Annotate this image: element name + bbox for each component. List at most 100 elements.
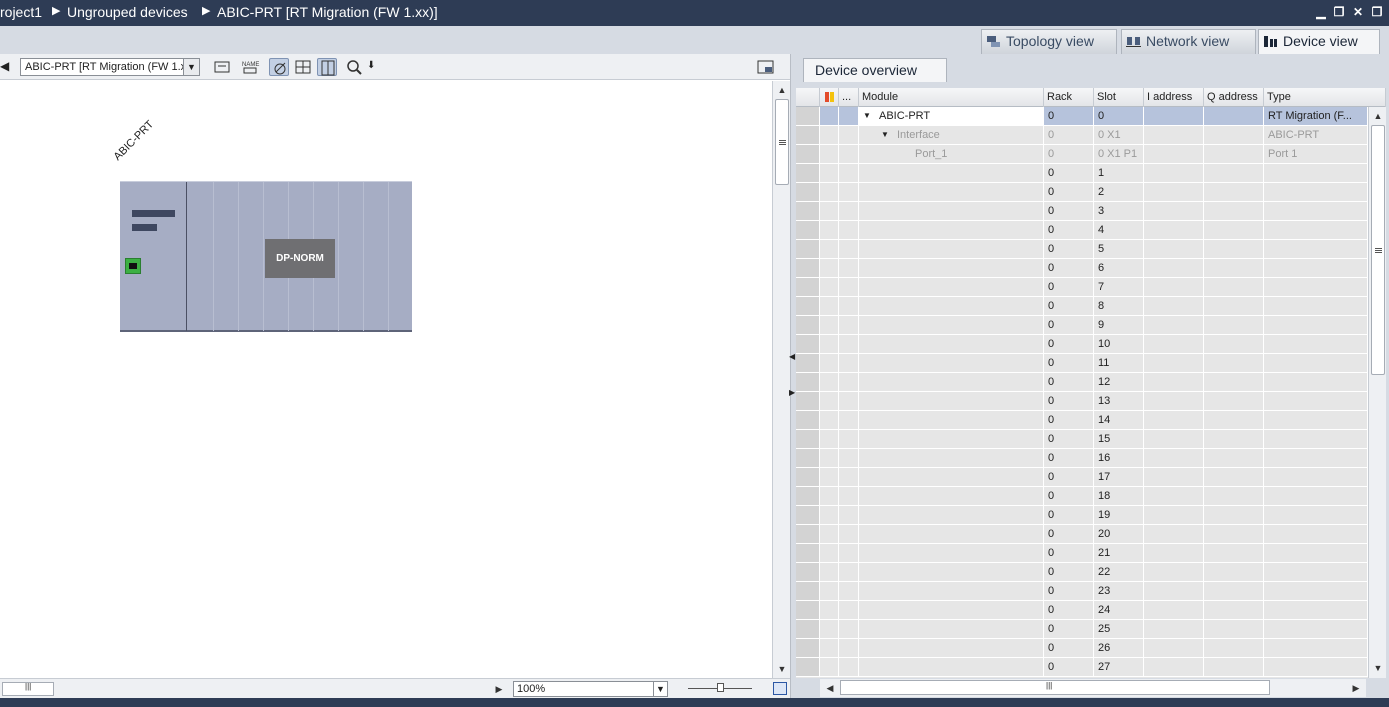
slot-cell[interactable]: 13 — [1094, 392, 1144, 410]
table-row[interactable]: 04 — [796, 221, 1368, 240]
module-cell[interactable] — [859, 430, 1044, 448]
i-address-cell[interactable] — [1144, 639, 1204, 657]
module-cell[interactable] — [859, 620, 1044, 638]
module-cell[interactable] — [859, 316, 1044, 334]
i-address-cell[interactable] — [1144, 392, 1204, 410]
row-gutter[interactable] — [796, 544, 820, 562]
zoom-slider[interactable] — [688, 683, 752, 692]
type-cell[interactable] — [1264, 449, 1368, 467]
module-cell[interactable] — [859, 164, 1044, 182]
row-gutter[interactable] — [796, 392, 820, 410]
table-row[interactable]: ▼ ABIC-PRT 0 0 RT Migration (F... — [796, 107, 1368, 126]
row-gutter[interactable] — [796, 601, 820, 619]
slot-cell[interactable]: 9 — [1094, 316, 1144, 334]
module-cell[interactable]: ▼ Interface — [859, 126, 1044, 144]
tab-device-overview[interactable]: Device overview — [803, 58, 947, 82]
type-cell[interactable] — [1264, 164, 1368, 182]
rack-cell[interactable]: 0 — [1044, 297, 1094, 315]
q-address-cell[interactable] — [1204, 430, 1264, 448]
type-cell[interactable] — [1264, 525, 1368, 543]
row-gutter[interactable] — [796, 240, 820, 258]
canvas-vertical-scrollbar[interactable]: ▲ ▼ — [772, 81, 790, 679]
i-address-cell[interactable] — [1144, 430, 1204, 448]
slot-cell[interactable]: 8 — [1094, 297, 1144, 315]
table-row[interactable]: 0 24 — [796, 601, 1368, 620]
type-cell[interactable] — [1264, 297, 1368, 315]
module-cell[interactable] — [859, 506, 1044, 524]
i-address-cell[interactable] — [1144, 221, 1204, 239]
rack-cell[interactable]: 0 — [1044, 259, 1094, 277]
module-cell[interactable] — [859, 392, 1044, 410]
q-address-cell[interactable] — [1204, 506, 1264, 524]
header-module[interactable]: Module — [859, 88, 1044, 107]
table-row[interactable]: 0 18 — [796, 487, 1368, 506]
i-address-cell[interactable] — [1144, 544, 1204, 562]
download-arrow-icon[interactable]: ⬇ — [367, 60, 375, 71]
module-cell[interactable] — [859, 354, 1044, 372]
device-selector[interactable]: ABIC-PRT [RT Migration (FW 1.xx)] ▼ — [20, 58, 200, 76]
i-address-cell[interactable] — [1144, 240, 1204, 258]
scroll-down-icon[interactable]: ▼ — [774, 661, 790, 677]
rack-cell[interactable]: 0 — [1044, 202, 1094, 220]
row-gutter[interactable] — [796, 259, 820, 277]
i-address-cell[interactable] — [1144, 259, 1204, 277]
slot-cell[interactable]: 3 — [1094, 202, 1144, 220]
module-cell[interactable] — [859, 563, 1044, 581]
i-address-cell[interactable] — [1144, 354, 1204, 372]
rack-cell[interactable]: 0 — [1044, 164, 1094, 182]
row-gutter[interactable] — [796, 354, 820, 372]
q-address-cell[interactable] — [1204, 373, 1264, 391]
row-gutter[interactable] — [796, 126, 820, 144]
float-button[interactable]: ❐ — [1370, 5, 1384, 19]
slot-cell[interactable]: 17 — [1094, 468, 1144, 486]
expand-icon[interactable]: ▼ — [863, 107, 871, 125]
minimize-button[interactable]: ▁ — [1314, 5, 1328, 19]
slot-cell[interactable]: 11 — [1094, 354, 1144, 372]
table-row[interactable]: 07 — [796, 278, 1368, 297]
slot-cell[interactable]: 20 — [1094, 525, 1144, 543]
table-row[interactable]: 0 13 — [796, 392, 1368, 411]
i-address-cell[interactable] — [1144, 468, 1204, 486]
header-rack[interactable]: Rack — [1044, 88, 1094, 107]
type-cell[interactable] — [1264, 601, 1368, 619]
i-address-cell[interactable] — [1144, 449, 1204, 467]
i-address-cell[interactable] — [1144, 620, 1204, 638]
type-cell[interactable] — [1264, 392, 1368, 410]
row-gutter[interactable] — [796, 506, 820, 524]
rack-cell[interactable]: 0 — [1044, 183, 1094, 201]
module-cell[interactable] — [859, 373, 1044, 391]
row-gutter[interactable] — [796, 658, 820, 676]
table-row[interactable]: 0 17 — [796, 468, 1368, 487]
i-address-cell[interactable] — [1144, 183, 1204, 201]
table-horizontal-scroll-thumb[interactable]: ||| — [840, 680, 1270, 695]
module-cell[interactable] — [859, 278, 1044, 296]
rack-cell[interactable]: 0 — [1044, 145, 1094, 163]
slot-cell[interactable]: 27 — [1094, 658, 1144, 676]
row-gutter[interactable] — [796, 221, 820, 239]
type-cell[interactable] — [1264, 639, 1368, 657]
slot-cell[interactable]: 2 — [1094, 183, 1144, 201]
table-row[interactable]: 0 27 — [796, 658, 1368, 677]
scroll-thumb[interactable] — [1371, 125, 1385, 375]
rack-cell[interactable]: 0 — [1044, 658, 1094, 676]
header-i-address[interactable]: I address — [1144, 88, 1204, 107]
rack-cell[interactable]: 0 — [1044, 487, 1094, 505]
table-row[interactable]: 0 21 — [796, 544, 1368, 563]
slot-cell[interactable]: 18 — [1094, 487, 1144, 505]
q-address-cell[interactable] — [1204, 126, 1264, 144]
row-gutter[interactable] — [796, 582, 820, 600]
slot-cell[interactable]: 1 — [1094, 164, 1144, 182]
row-gutter[interactable] — [796, 411, 820, 429]
rack-cell[interactable]: 0 — [1044, 582, 1094, 600]
row-gutter[interactable] — [796, 468, 820, 486]
table-row[interactable]: 0 11 — [796, 354, 1368, 373]
row-gutter[interactable] — [796, 449, 820, 467]
table-horizontal-scrollbar[interactable]: ◀ ||| ▶ — [820, 679, 1366, 697]
zoom-select[interactable]: 100% ▼ — [513, 681, 668, 697]
table-row[interactable]: 0 10 — [796, 335, 1368, 354]
tab-topology-view[interactable]: Topology view — [981, 29, 1117, 54]
rack-cell[interactable]: 0 — [1044, 392, 1094, 410]
q-address-cell[interactable] — [1204, 487, 1264, 505]
table-row[interactable]: 0 14 — [796, 411, 1368, 430]
slot-cell[interactable]: 24 — [1094, 601, 1144, 619]
